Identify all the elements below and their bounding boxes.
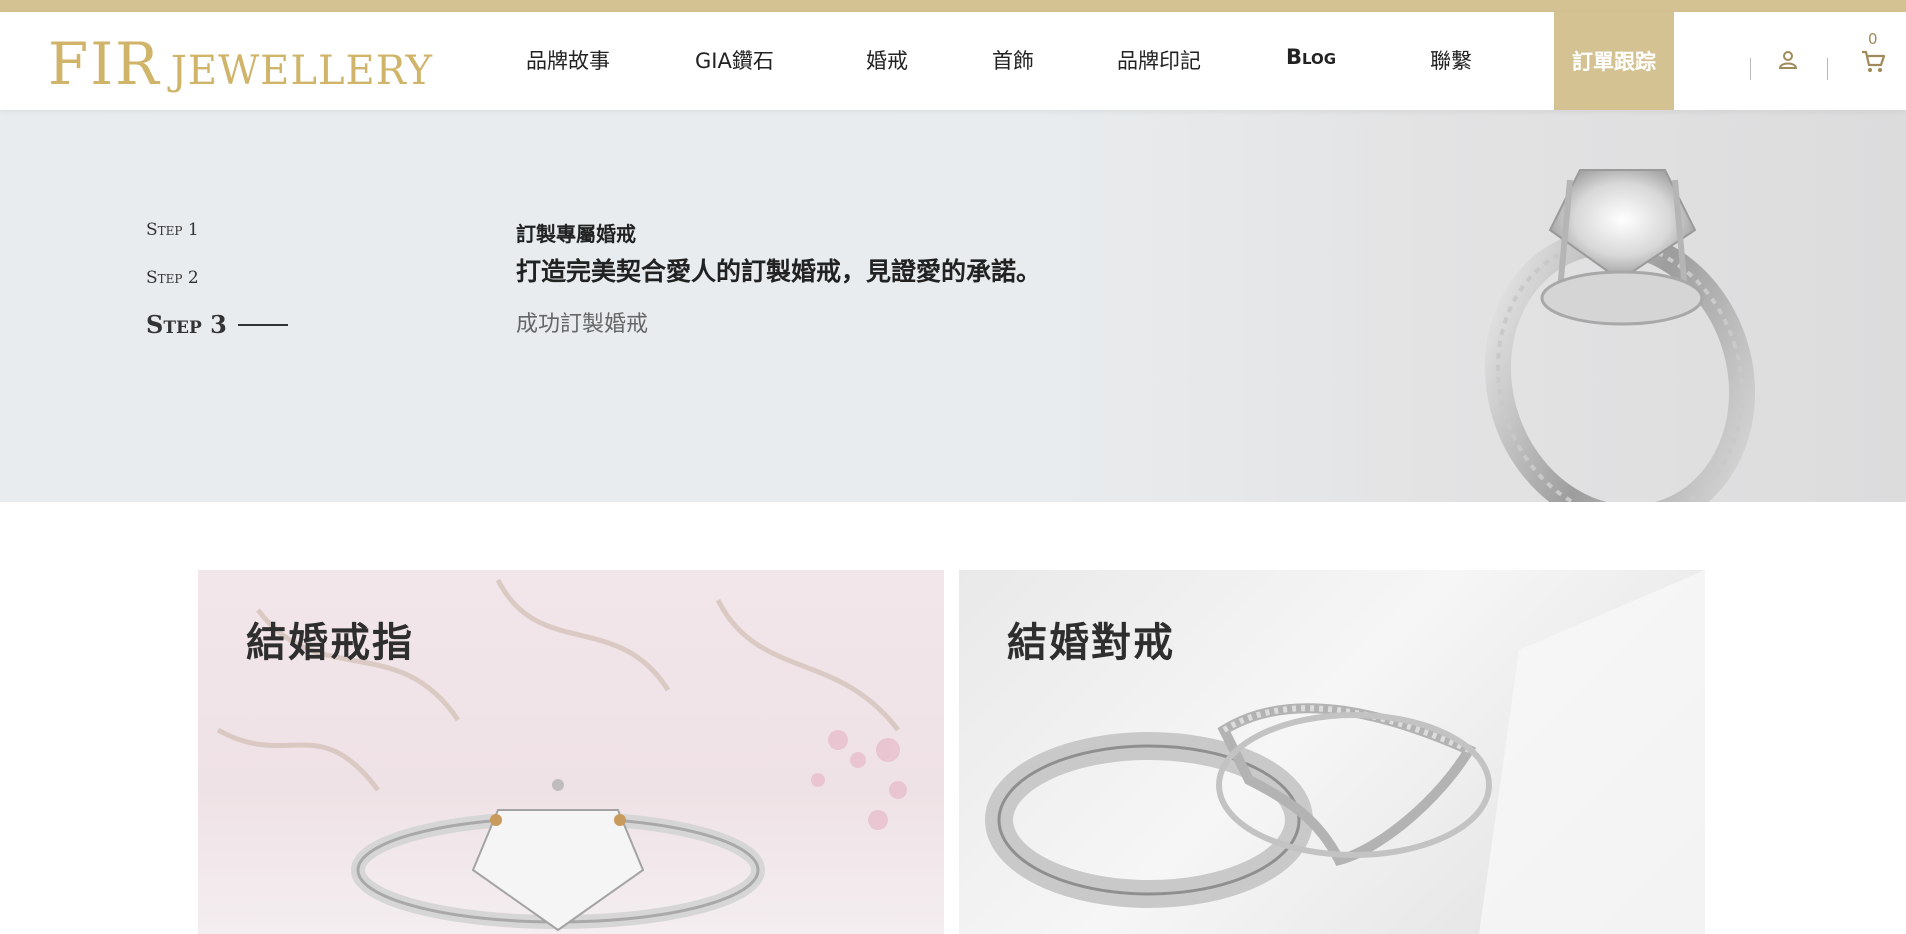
logo-sub-text: JEWELLERY bbox=[170, 48, 433, 94]
top-accent-strip bbox=[0, 0, 1906, 12]
nav-separator bbox=[1827, 58, 1828, 80]
cart-icon[interactable] bbox=[1860, 48, 1886, 78]
nav-jewelry[interactable]: 首飾 bbox=[992, 45, 1034, 75]
logo-main-text: FIR bbox=[48, 30, 161, 98]
nav-separator bbox=[1750, 58, 1751, 80]
cart-count-badge: 0 bbox=[1868, 30, 1878, 48]
nav-blog[interactable]: Blog bbox=[1286, 45, 1336, 69]
ring-category-cards: 結婚戒指 結婚對戒 bbox=[0, 570, 1906, 934]
brand-logo[interactable]: FIR JEWELLERY bbox=[48, 34, 433, 94]
nav-gia-diamond[interactable]: GIA鑽石 bbox=[695, 45, 774, 75]
card-title: 結婚戒指 bbox=[246, 620, 414, 666]
site-header: FIR JEWELLERY 品牌故事 GIA鑽石 婚戒 首飾 品牌印記 Blog… bbox=[0, 12, 1906, 110]
user-icon[interactable] bbox=[1777, 48, 1799, 74]
nav-contact[interactable]: 聯繫 bbox=[1430, 45, 1472, 75]
nav-brand-story[interactable]: 品牌故事 bbox=[526, 45, 610, 75]
card-title: 結婚對戒 bbox=[1007, 620, 1175, 666]
step-2-label[interactable]: Step 2 bbox=[146, 268, 199, 288]
order-tracking-button[interactable]: 訂單跟踪 bbox=[1554, 12, 1674, 110]
hero-banner: Step 1 Step 2 Step 3 訂製專屬婚戒 打造完美契合愛人的訂製婚… bbox=[0, 110, 1906, 502]
hero-success-text: 成功訂製婚戒 bbox=[516, 312, 649, 337]
step-3-label[interactable]: Step 3 bbox=[146, 310, 227, 339]
hero-subtitle: 打造完美契合愛人的訂製婚戒，見證愛的承諾。 bbox=[516, 257, 1042, 286]
nav-brand-mark[interactable]: 品牌印記 bbox=[1117, 45, 1201, 75]
engagement-ring-image bbox=[1484, 169, 1756, 502]
card-couple-rings[interactable]: 結婚對戒 bbox=[959, 570, 1705, 934]
hero-title: 訂製專屬婚戒 bbox=[516, 222, 636, 246]
active-step-indicator bbox=[238, 324, 288, 326]
card-wedding-ring[interactable]: 結婚戒指 bbox=[198, 570, 944, 934]
step-1-label[interactable]: Step 1 bbox=[146, 220, 199, 240]
nav-wedding-rings[interactable]: 婚戒 bbox=[866, 45, 908, 75]
